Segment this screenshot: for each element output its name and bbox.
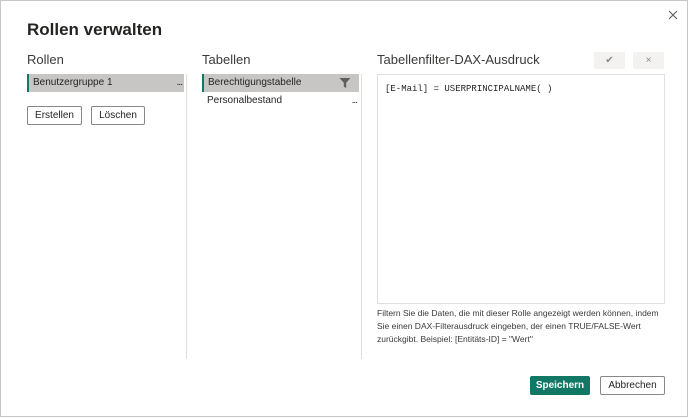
column-divider [361, 74, 362, 359]
filter-icon[interactable] [339, 77, 351, 89]
dax-heading: Tabellenfilter-DAX-Ausdruck [377, 52, 540, 67]
tables-heading: Tabellen [202, 52, 251, 67]
x-icon[interactable]: × [633, 52, 664, 69]
table-item-label: Berechtigungstabelle [208, 77, 302, 88]
save-button[interactable]: Speichern [530, 376, 590, 395]
manage-roles-dialog: Rollen verwalten Rollen Benutzergruppe 1… [0, 0, 688, 417]
dax-expression-text: [E-Mail] = USERPRINCIPALNAME( ) [385, 84, 553, 94]
table-more-icon[interactable]: ... [352, 92, 358, 110]
dax-hint-text: Filtern Sie die Daten, die mit dieser Ro… [377, 308, 659, 344]
dialog-title: Rollen verwalten [27, 20, 163, 39]
dax-expression-editor[interactable]: [E-Mail] = USERPRINCIPALNAME( ) [377, 74, 665, 304]
close-icon[interactable] [665, 7, 681, 23]
table-item-label: Personalbestand [207, 95, 283, 106]
cancel-button[interactable]: Abbrechen [600, 376, 665, 395]
role-item-label: Benutzergruppe 1 [33, 77, 113, 88]
delete-role-button[interactable]: Löschen [91, 106, 145, 125]
table-item[interactable]: Berechtigungstabelle [202, 74, 359, 92]
create-role-button[interactable]: Erstellen [27, 106, 82, 125]
table-item[interactable]: Personalbestand ... [202, 92, 359, 110]
roles-heading: Rollen [27, 52, 64, 67]
column-divider [186, 74, 187, 359]
role-item[interactable]: Benutzergruppe 1 ... [27, 74, 184, 92]
checkmark-icon[interactable]: ✔ [594, 52, 625, 69]
role-more-icon[interactable]: ... [177, 74, 183, 92]
